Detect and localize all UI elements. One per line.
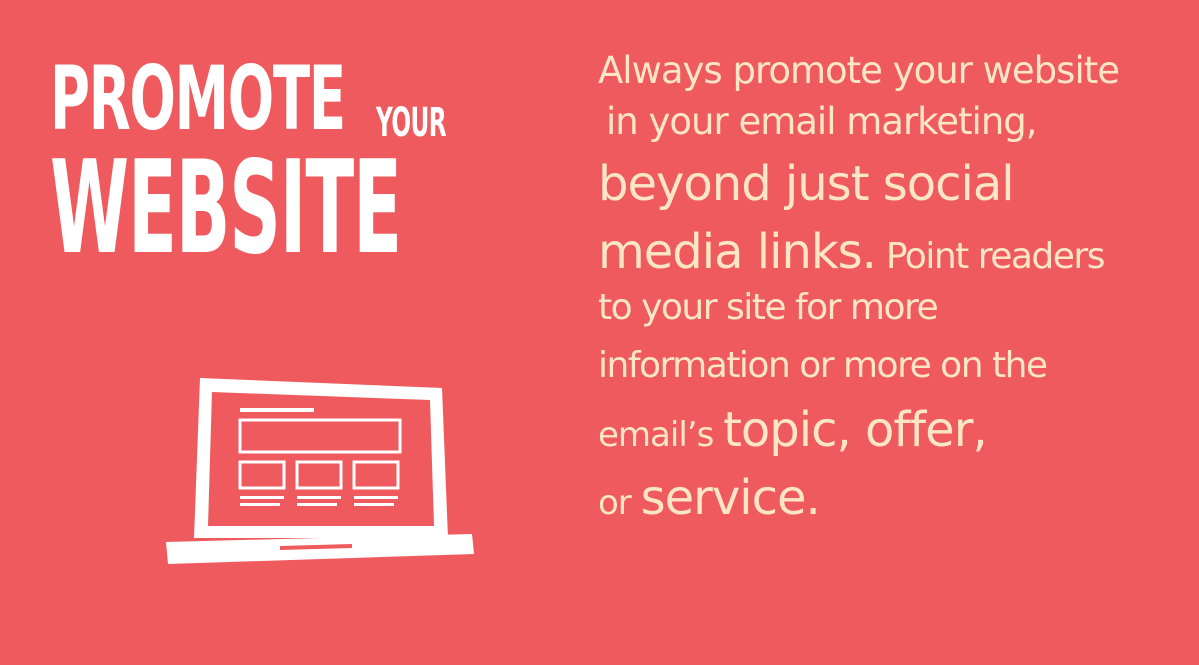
- copy-line-4-text: Point readers: [875, 236, 1106, 277]
- headline: PROMOTE YOUR WEBSITE: [50, 55, 677, 273]
- copy-line-7-offer: offer,: [850, 402, 988, 458]
- copy-line-7: email’s topic, offer,: [598, 406, 1198, 454]
- copy-line-3: beyond just social: [598, 156, 1015, 212]
- copy-line-7-text: email’s: [598, 415, 724, 455]
- copy-line-8-text: or: [598, 483, 641, 523]
- laptop-website-icon: [160, 370, 480, 574]
- headline-promote: PROMOTE: [50, 47, 346, 150]
- copy-line-5: to your site for more: [598, 287, 939, 328]
- copy-line-6: information or more on the: [598, 345, 1048, 386]
- copy-line-4-emphasis: media links.: [598, 224, 877, 280]
- promo-copy: Always promote your website in your emai…: [598, 52, 1198, 522]
- headline-row: PROMOTE YOUR: [50, 47, 677, 150]
- copy-line-7-topic: topic,: [723, 402, 852, 458]
- headline-website: WEBSITE: [50, 134, 402, 283]
- copy-line-8-service: service.: [640, 470, 821, 526]
- copy-line-4: media links. Point readers: [598, 228, 1198, 276]
- copy-line-8: or service.: [598, 474, 1198, 522]
- copy-line-1: Always promote your website: [598, 49, 1120, 92]
- copy-line-2: in your email marketing,: [606, 100, 1038, 143]
